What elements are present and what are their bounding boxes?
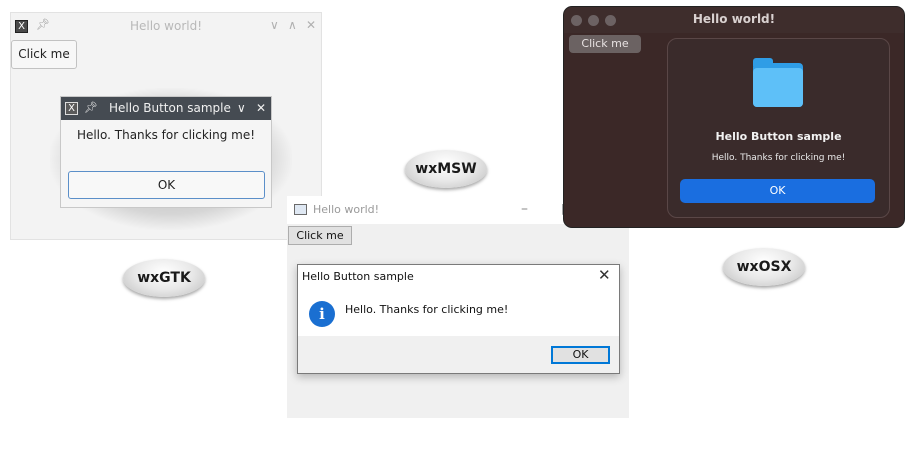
dialog-title: Hello Button sample — [109, 101, 231, 115]
minimize-icon[interactable]: ∨ — [270, 18, 279, 32]
window-title: Hello world! — [692, 12, 776, 26]
osx-main-window: Hello world! Click me Hello Button sampl… — [563, 6, 905, 228]
close-icon[interactable]: ✕ — [256, 101, 266, 115]
dialog-message: Hello. Thanks for clicking me! — [345, 303, 509, 316]
click-me-button[interactable]: Click me — [569, 35, 641, 53]
dialog-title: Hello Button sample — [715, 130, 842, 143]
osx-titlebar[interactable]: Hello world! — [564, 7, 904, 33]
window-title: Hello world! — [313, 203, 380, 216]
osx-alert-dialog: Hello Button sample Hello. Thanks for cl… — [667, 38, 890, 218]
click-me-button[interactable]: Click me — [288, 226, 352, 245]
label-wxosx: wxOSX — [723, 248, 805, 286]
close-icon[interactable]: ✕ — [306, 18, 316, 32]
ok-button[interactable]: OK — [551, 346, 610, 364]
gtk-titlebar[interactable]: X 📌︎ Hello world! ∨ ∧ ✕ — [11, 13, 321, 39]
dialog-title: Hello Button sample — [302, 270, 414, 283]
close-icon[interactable]: ✕ — [598, 266, 611, 284]
dialog-message: Hello. Thanks for clicking me! — [76, 128, 256, 142]
app-icon: X — [65, 102, 78, 115]
dialog-content: Hello Button sample ✕ i Hello. Thanks fo… — [298, 265, 619, 336]
gtk-message-dialog: X 📌︎ Hello Button sample ∨ ✕ Hello. Than… — [60, 96, 272, 208]
chevron-down-icon[interactable]: ∨ — [237, 101, 246, 115]
ok-button[interactable]: OK — [68, 171, 265, 199]
label-wxgtk: wxGTK — [123, 259, 205, 297]
dialog-titlebar[interactable]: X 📌︎ Hello Button sample ∨ ✕ — [61, 97, 271, 120]
maximize-icon[interactable]: ∧ — [288, 18, 297, 32]
ok-button[interactable]: OK — [680, 179, 875, 203]
folder-icon-front — [753, 68, 803, 107]
pin-icon[interactable]: 📌︎ — [84, 101, 98, 114]
info-icon: i — [309, 301, 335, 327]
click-me-button[interactable]: Click me — [11, 40, 77, 69]
minimize-icon[interactable]: – — [521, 201, 528, 217]
label-wxmsw: wxMSW — [405, 150, 487, 188]
app-icon — [294, 204, 307, 215]
dialog-message: Hello. Thanks for clicking me! — [711, 153, 846, 163]
msw-message-dialog: Hello Button sample ✕ i Hello. Thanks fo… — [297, 264, 620, 374]
